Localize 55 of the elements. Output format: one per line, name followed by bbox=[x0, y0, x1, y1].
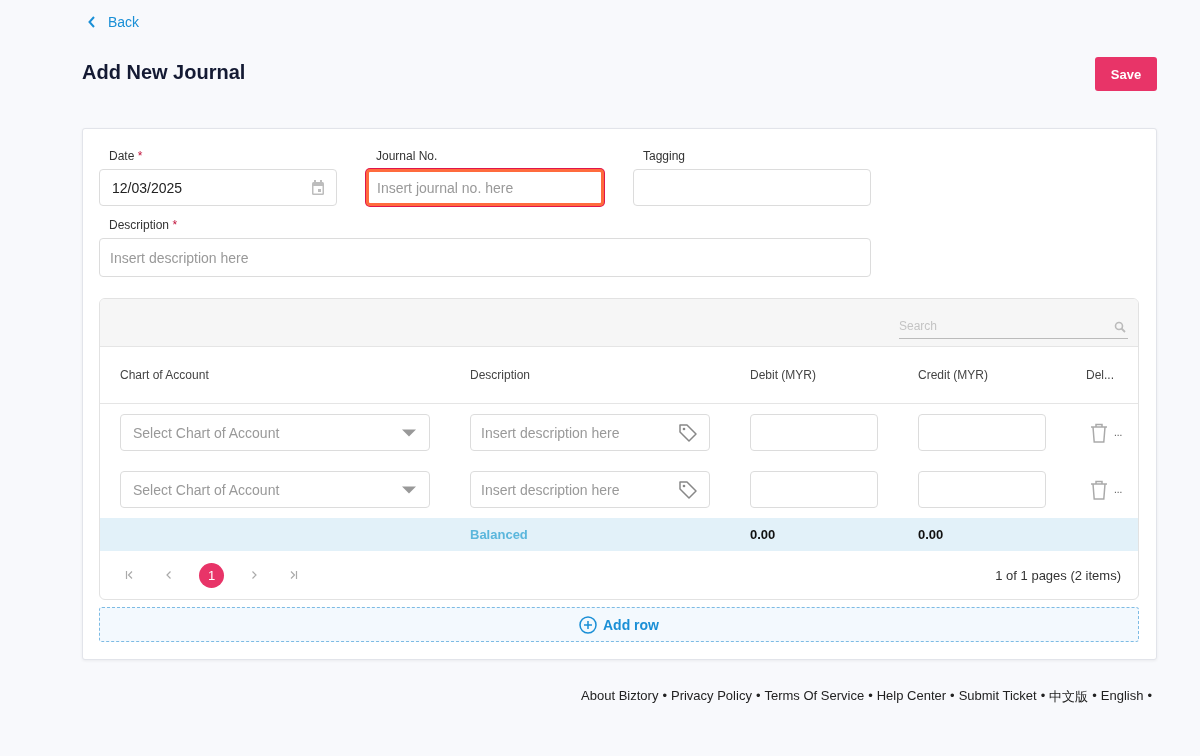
caret-down-icon bbox=[401, 428, 417, 437]
separator-dot: • bbox=[662, 688, 667, 705]
separator-dot: • bbox=[755, 688, 761, 705]
field-label: Journal No. bbox=[376, 149, 439, 163]
line-description-field[interactable]: Insert description here bbox=[470, 471, 710, 508]
separator-dot: • bbox=[950, 688, 955, 705]
next-page-icon[interactable] bbox=[249, 570, 259, 580]
page-button[interactable]: 1 bbox=[199, 562, 224, 588]
more-text: ... bbox=[1114, 484, 1124, 495]
field-label: Date * bbox=[109, 149, 144, 163]
debit-field[interactable] bbox=[750, 471, 878, 508]
trash-icon[interactable] bbox=[1090, 479, 1108, 500]
separator-dot: • bbox=[1147, 688, 1152, 705]
column-header: Chart of Account bbox=[120, 368, 210, 382]
separator-dot: • bbox=[1040, 688, 1046, 705]
footer-link[interactable]: Privacy Policy bbox=[670, 688, 752, 706]
chevron-left-icon bbox=[88, 16, 96, 28]
separator-dot: • bbox=[1092, 688, 1097, 705]
last-page-icon[interactable] bbox=[288, 570, 298, 580]
previous-page-icon[interactable] bbox=[164, 570, 174, 580]
footer-link[interactable]: Help Center bbox=[876, 688, 947, 706]
credit-field[interactable] bbox=[918, 414, 1046, 451]
footer-link[interactable]: English bbox=[1100, 688, 1144, 706]
field-label: Description * bbox=[109, 218, 179, 232]
calendar-icon bbox=[311, 179, 325, 196]
separator-dot: • bbox=[868, 688, 873, 705]
page-info: 1 of 1 pages (2 items) bbox=[995, 567, 1121, 583]
tag-icon bbox=[678, 422, 698, 443]
debit-total: 0.00 bbox=[750, 527, 777, 542]
footer-link[interactable]: Submit Ticket bbox=[958, 688, 1037, 706]
first-page-icon[interactable] bbox=[125, 570, 135, 580]
column-header: Debit (MYR) bbox=[750, 368, 817, 382]
description-field[interactable]: Insert description here bbox=[99, 238, 871, 277]
more-text: ... bbox=[1114, 427, 1124, 438]
line-description-field[interactable]: Insert description here bbox=[470, 414, 710, 451]
search-icon bbox=[1114, 320, 1126, 333]
credit-total: 0.00 bbox=[918, 527, 945, 542]
credit-field[interactable] bbox=[918, 471, 1046, 508]
balance-status: Balanced bbox=[470, 527, 529, 542]
column-header: Del... bbox=[1086, 368, 1115, 382]
footer-link[interactable]: About Biztory bbox=[581, 688, 659, 706]
trash-icon[interactable] bbox=[1090, 422, 1108, 443]
tag-icon bbox=[678, 479, 698, 500]
debit-field[interactable] bbox=[750, 414, 878, 451]
input-field[interactable]: Insert journal no. here bbox=[366, 169, 604, 206]
save-button[interactable]: Save bbox=[1095, 57, 1157, 91]
plus-circle-icon bbox=[579, 615, 597, 634]
column-header: Credit (MYR) bbox=[918, 368, 989, 382]
caret-down-icon bbox=[401, 485, 417, 494]
field-label: Tagging bbox=[643, 149, 687, 163]
footer-link[interactable]: Terms Of Service bbox=[764, 688, 865, 706]
page-title: Add New Journal bbox=[82, 60, 246, 84]
column-header: Description bbox=[470, 368, 532, 382]
date-field[interactable]: 12/03/2025 bbox=[99, 169, 337, 206]
footer-link[interactable]: 中文版 bbox=[1049, 688, 1089, 706]
